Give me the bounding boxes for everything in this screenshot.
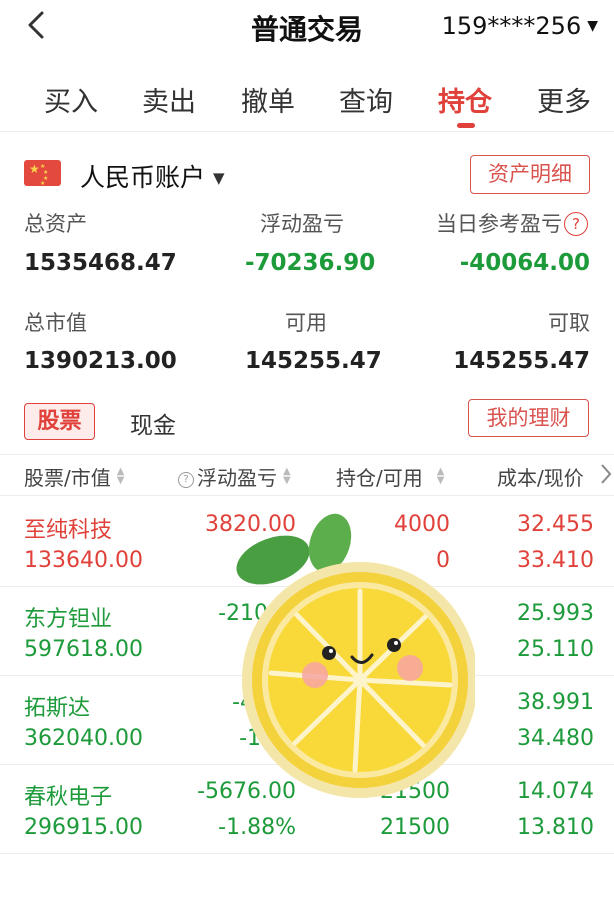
active-tab-indicator — [457, 123, 475, 128]
stock-name: 东方钽业 — [24, 607, 113, 632]
cost-price: 38.991 — [517, 690, 594, 715]
china-flag-icon: ★ ★ ★ ★ ★ — [24, 160, 61, 187]
tab-position[interactable]: 持仓 — [438, 80, 492, 119]
available-qty: 21500 — [380, 815, 450, 840]
my-wealth-button[interactable]: 我的理财 — [468, 399, 589, 437]
withdrawable-label: 可取 — [548, 311, 590, 335]
col-float-pl[interactable]: ? 浮动盈亏 ▲ ▼ — [178, 462, 291, 491]
help-icon[interactable]: ? — [178, 472, 194, 488]
stock-market-value: 133640.00 — [24, 548, 143, 573]
market-value: 1390213.00 — [24, 348, 177, 374]
tab-sell[interactable]: 卖出 — [142, 80, 196, 119]
stock-market-value: 362040.00 — [24, 726, 143, 751]
withdrawable-value: 145255.47 — [453, 348, 590, 374]
stock-market-value: 597618.00 — [24, 637, 143, 662]
current-price: 34.480 — [517, 726, 594, 751]
account-name: 人民币账户 — [80, 163, 206, 192]
current-price: 25.110 — [517, 637, 594, 662]
holdings-table-header: 股票/市值 ▲ ▼ ? 浮动盈亏 ▲ ▼ 持仓/可用 ▲ ▼ 成本/现价 — [0, 454, 614, 496]
trade-tabs: 买入 卖出 撤单 查询 持仓 更多 — [0, 72, 614, 128]
account-id: 159****256 — [441, 12, 582, 40]
col-position-available[interactable]: 持仓/可用 ▲ ▼ — [336, 462, 444, 491]
daily-pl-label: 当日参考盈亏 — [436, 212, 562, 236]
help-icon[interactable]: ? — [564, 212, 588, 236]
stock-name: 春秋电子 — [24, 785, 113, 810]
float-pl-value: -70236.90 — [245, 250, 376, 276]
tab-cancel[interactable]: 撤单 — [241, 80, 295, 119]
account-selector[interactable]: 159****256 ▼ — [442, 12, 598, 40]
stock-market-value: 296915.00 — [24, 815, 143, 840]
col-cost-price[interactable]: 成本/现价 — [497, 462, 584, 491]
tab-query[interactable]: 查询 — [339, 80, 393, 119]
total-assets-value: 1535468.47 — [24, 250, 177, 276]
dropdown-caret-icon: ▼ — [213, 169, 225, 187]
lemon-sticker — [236, 513, 475, 798]
available-value: 145255.47 — [245, 348, 382, 374]
asset-detail-button[interactable]: 资产明细 — [470, 155, 590, 194]
cost-price: 25.993 — [517, 601, 594, 626]
total-assets-label: 总资产 — [24, 212, 87, 236]
cost-price: 14.074 — [517, 779, 594, 804]
divider — [0, 131, 614, 132]
daily-pl-label-wrap: 当日参考盈亏? — [436, 208, 588, 238]
col-stock-value[interactable]: 股票/市值 ▲ ▼ — [24, 462, 124, 491]
sort-icon: ▲ ▼ — [436, 466, 445, 486]
dropdown-caret-icon: ▼ — [587, 18, 598, 34]
daily-pl-value: -40064.00 — [459, 250, 590, 276]
subtab-stock[interactable]: 股票 — [24, 403, 95, 440]
sort-icon: ▲ ▼ — [283, 466, 291, 486]
available-label: 可用 — [285, 311, 327, 335]
tab-buy[interactable]: 买入 — [44, 80, 98, 119]
account-type-selector[interactable]: 人民币账户 ▼ — [80, 158, 225, 194]
market-value-label: 总市值 — [24, 311, 87, 335]
float-pl-percent: -1.88% — [218, 815, 296, 840]
stock-name: 至纯科技 — [24, 518, 113, 543]
chevron-right-icon[interactable] — [600, 463, 612, 485]
top-bar: 普通交易 159****256 ▼ — [0, 0, 614, 52]
subtab-cash[interactable]: 现金 — [130, 406, 176, 440]
current-price: 13.810 — [517, 815, 594, 840]
stock-name: 拓斯达 — [24, 696, 91, 721]
current-price: 33.410 — [517, 548, 594, 573]
tab-more[interactable]: 更多 — [537, 80, 591, 119]
cost-price: 32.455 — [517, 512, 594, 537]
float-pl-label: 浮动盈亏 — [260, 212, 344, 236]
sort-icon: ▲ ▼ — [116, 466, 125, 486]
